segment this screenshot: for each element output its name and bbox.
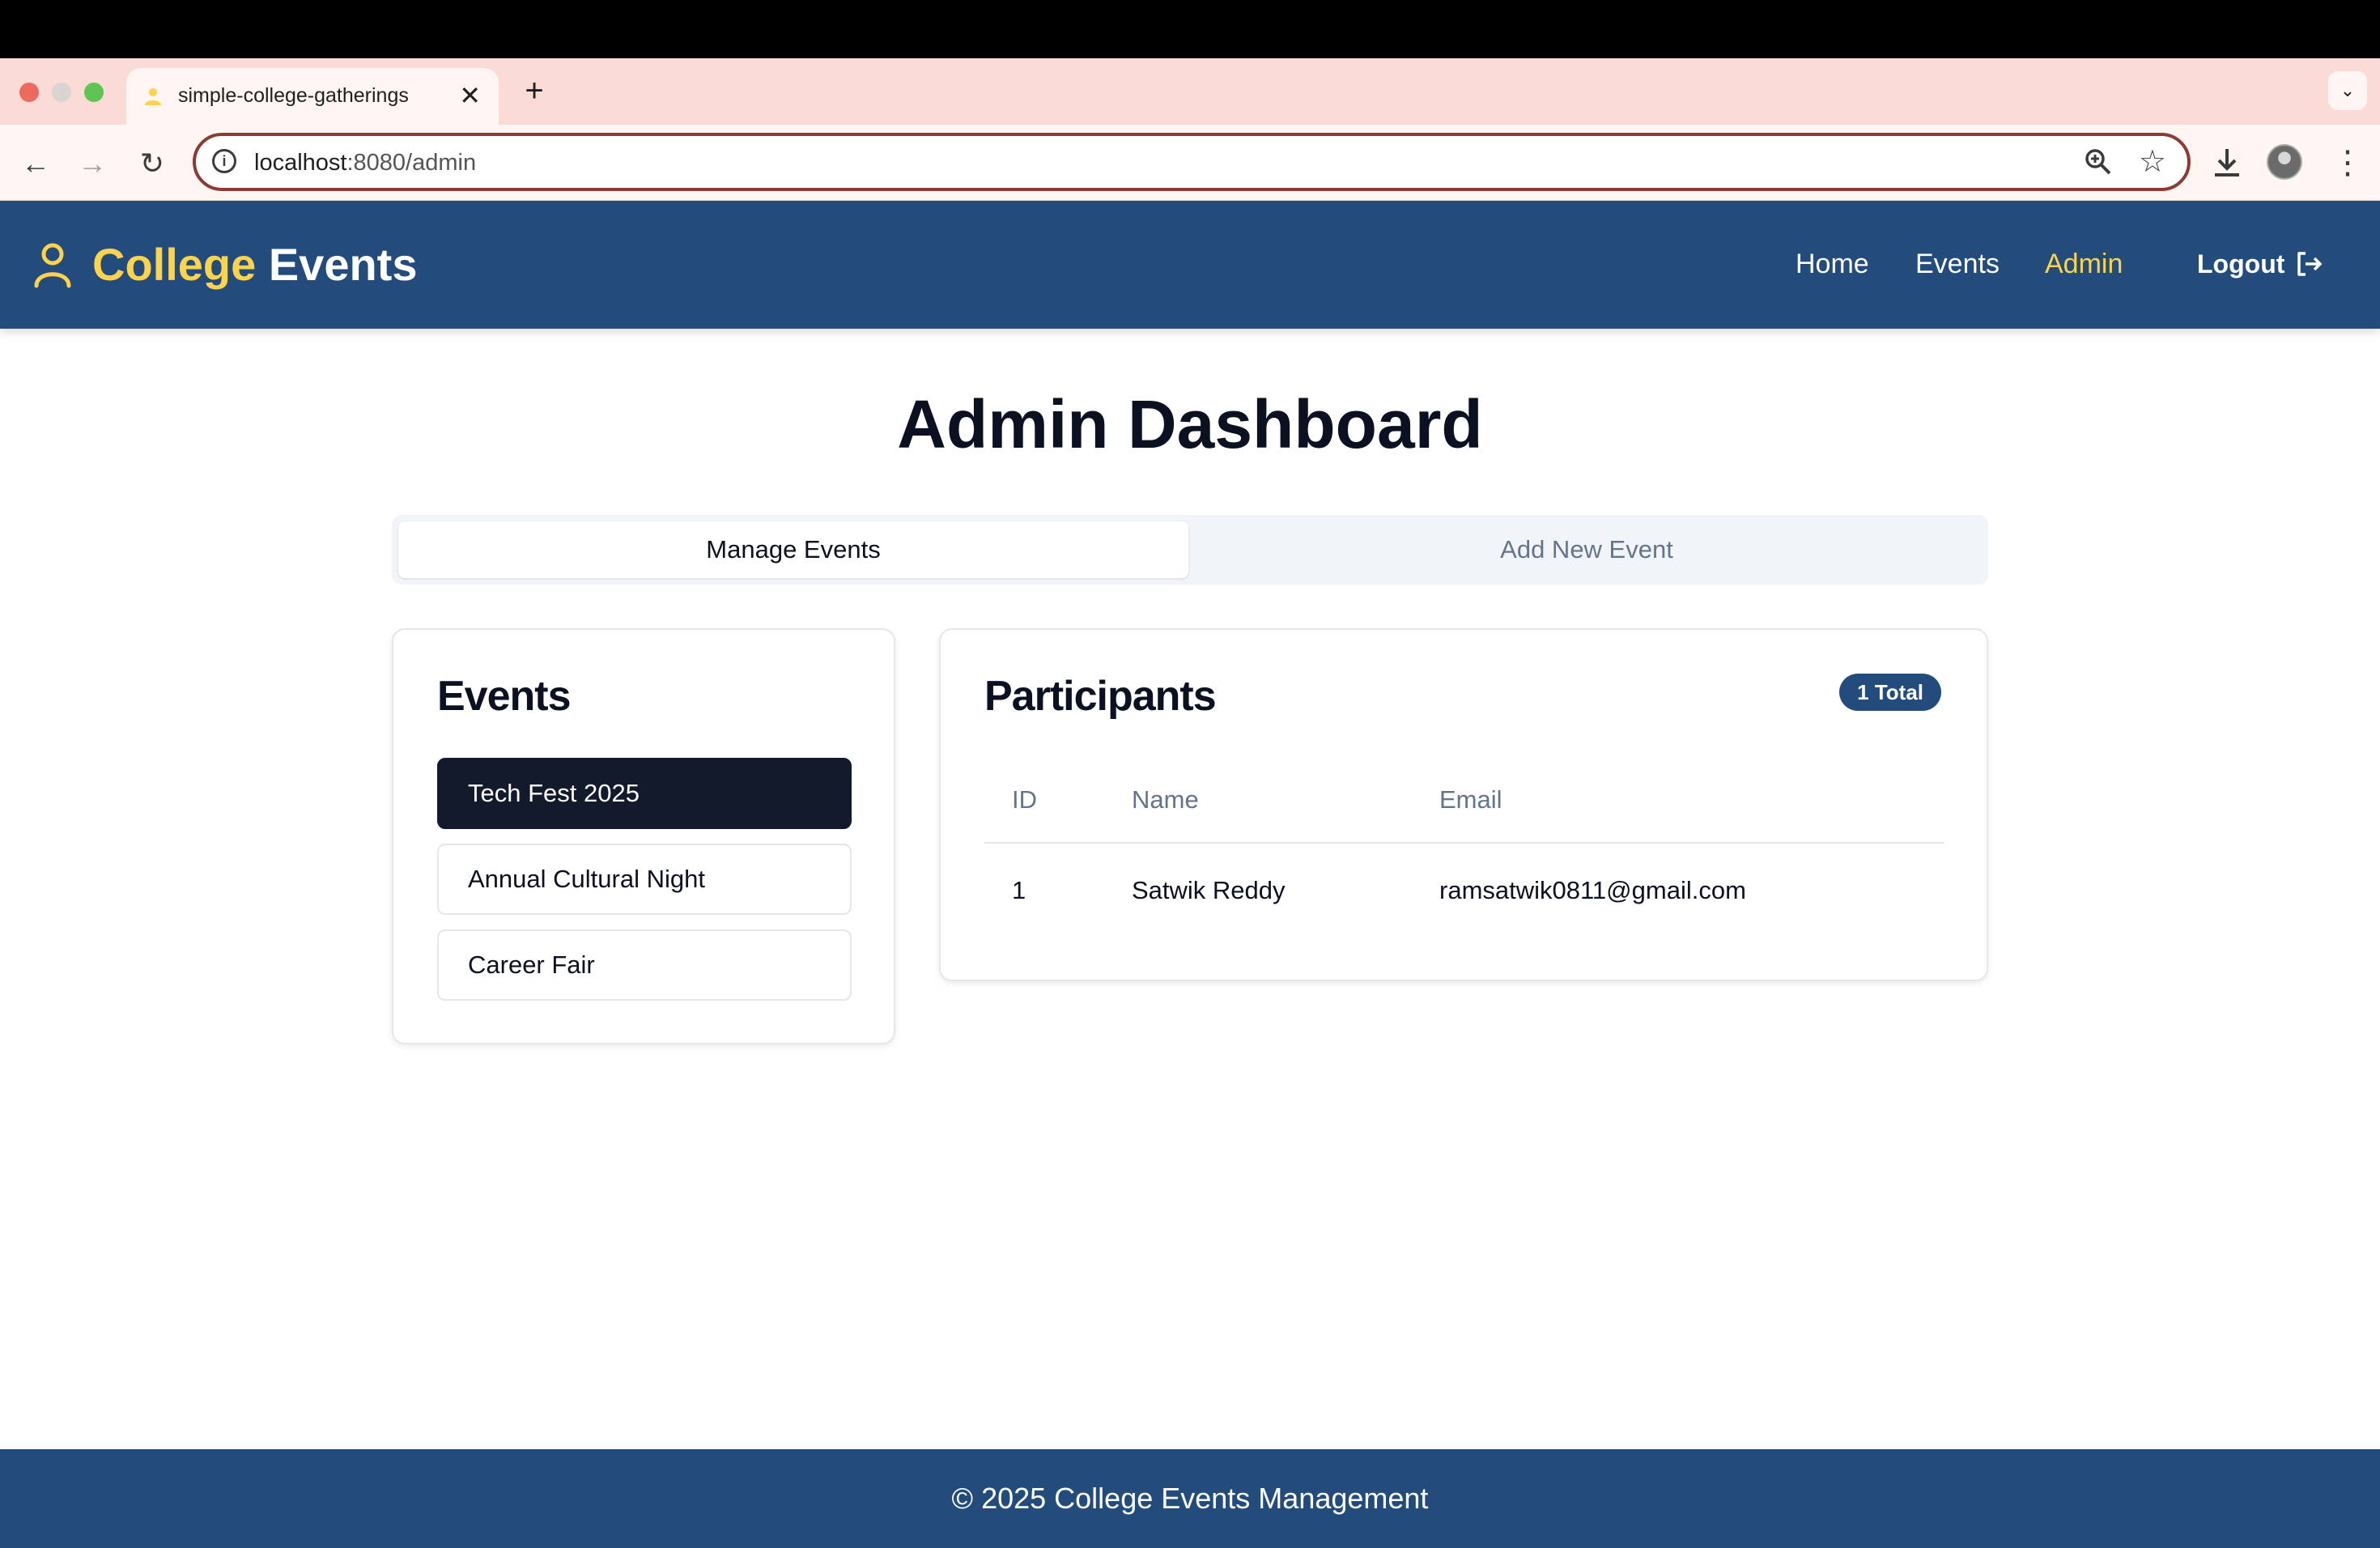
column-header-id: ID bbox=[1012, 785, 1037, 814]
tab-manage-events[interactable]: Manage Events bbox=[398, 521, 1188, 578]
tab-close-icon[interactable]: ✕ bbox=[459, 79, 481, 112]
logout-icon bbox=[2297, 252, 2323, 276]
site-footer: © 2025 College Events Management bbox=[0, 1449, 2380, 1548]
more-menu-icon[interactable]: ⋮ bbox=[2331, 142, 2364, 183]
logout-label: Logout bbox=[2197, 249, 2285, 279]
os-menu-bar bbox=[0, 0, 2380, 58]
column-header-email: Email bbox=[1439, 785, 1502, 814]
window-maximize-button[interactable] bbox=[84, 83, 104, 102]
nav-link-home[interactable]: Home bbox=[1796, 246, 1869, 282]
event-item-cultural-night[interactable]: Annual Cultural Night bbox=[437, 844, 852, 915]
participants-card: Participants 1 Total ID Name Email 1 Sat… bbox=[939, 628, 1988, 981]
tab-search-chevron-icon[interactable]: ⌄ bbox=[2328, 71, 2367, 110]
event-item-career-fair[interactable]: Career Fair bbox=[437, 929, 852, 1001]
browser-tab-active[interactable]: simple-college-gatherings ✕ bbox=[126, 68, 499, 125]
admin-tabs: Manage Events Add New Event bbox=[392, 515, 1988, 585]
brand-events: Events bbox=[268, 239, 418, 290]
events-card: Events Tech Fest 2025 Annual Cultural Ni… bbox=[392, 628, 895, 1044]
address-bar[interactable]: i localhost:8080/admin ☆ bbox=[193, 133, 2191, 191]
url-text[interactable]: localhost:8080/admin bbox=[254, 147, 476, 178]
download-icon[interactable] bbox=[2208, 144, 2246, 181]
table-row: 1 Satwik Reddy ramsatwik0811@gmail.com bbox=[984, 844, 1944, 939]
tab-title: simple-college-gatherings bbox=[178, 84, 409, 107]
cell-id: 1 bbox=[1012, 876, 1026, 904]
zoom-icon[interactable] bbox=[2082, 146, 2114, 178]
reload-icon[interactable]: ↻ bbox=[131, 142, 173, 185]
brand-college: College bbox=[92, 239, 257, 290]
footer-copyright: © 2025 College Events Management bbox=[951, 1482, 1429, 1515]
back-icon[interactable]: ← bbox=[15, 142, 57, 185]
forward-icon[interactable]: → bbox=[71, 142, 113, 185]
site-info-icon[interactable]: i bbox=[212, 149, 236, 173]
events-card-title: Events bbox=[437, 673, 572, 720]
table-header: ID Name Email bbox=[984, 759, 1944, 844]
site-header: College Events Home Events Admin Logout bbox=[0, 201, 2380, 329]
cell-name: Satwik Reddy bbox=[1132, 876, 1286, 904]
profile-avatar[interactable] bbox=[2267, 144, 2302, 180]
event-item-tech-fest[interactable]: Tech Fest 2025 bbox=[437, 758, 852, 829]
participants-card-title: Participants bbox=[984, 673, 1217, 720]
logout-button[interactable]: Logout bbox=[2197, 246, 2323, 282]
tab-add-new-event[interactable]: Add New Event bbox=[1192, 521, 1982, 578]
column-header-name: Name bbox=[1132, 785, 1199, 814]
cell-email: ramsatwik0811@gmail.com bbox=[1439, 876, 1746, 904]
brand-logo-text[interactable]: College Events bbox=[92, 236, 417, 293]
page-title: Admin Dashboard bbox=[897, 386, 1483, 462]
url-path: :8080/admin bbox=[346, 150, 477, 176]
participants-table: ID Name Email 1 Satwik Reddy ramsatwik08… bbox=[984, 759, 1944, 939]
url-host: localhost bbox=[254, 150, 347, 176]
nav-link-admin[interactable]: Admin bbox=[2045, 246, 2123, 282]
bookmark-star-icon[interactable]: ☆ bbox=[2139, 144, 2166, 180]
new-tab-button[interactable]: + bbox=[518, 71, 550, 110]
window-minimize-button[interactable] bbox=[52, 83, 71, 102]
window-close-button[interactable] bbox=[19, 83, 39, 102]
user-logo-icon bbox=[34, 243, 71, 288]
user-favicon-icon bbox=[145, 88, 161, 105]
nav-link-events[interactable]: Events bbox=[1915, 246, 2000, 282]
participants-count-badge: 1 Total bbox=[1839, 674, 1941, 711]
